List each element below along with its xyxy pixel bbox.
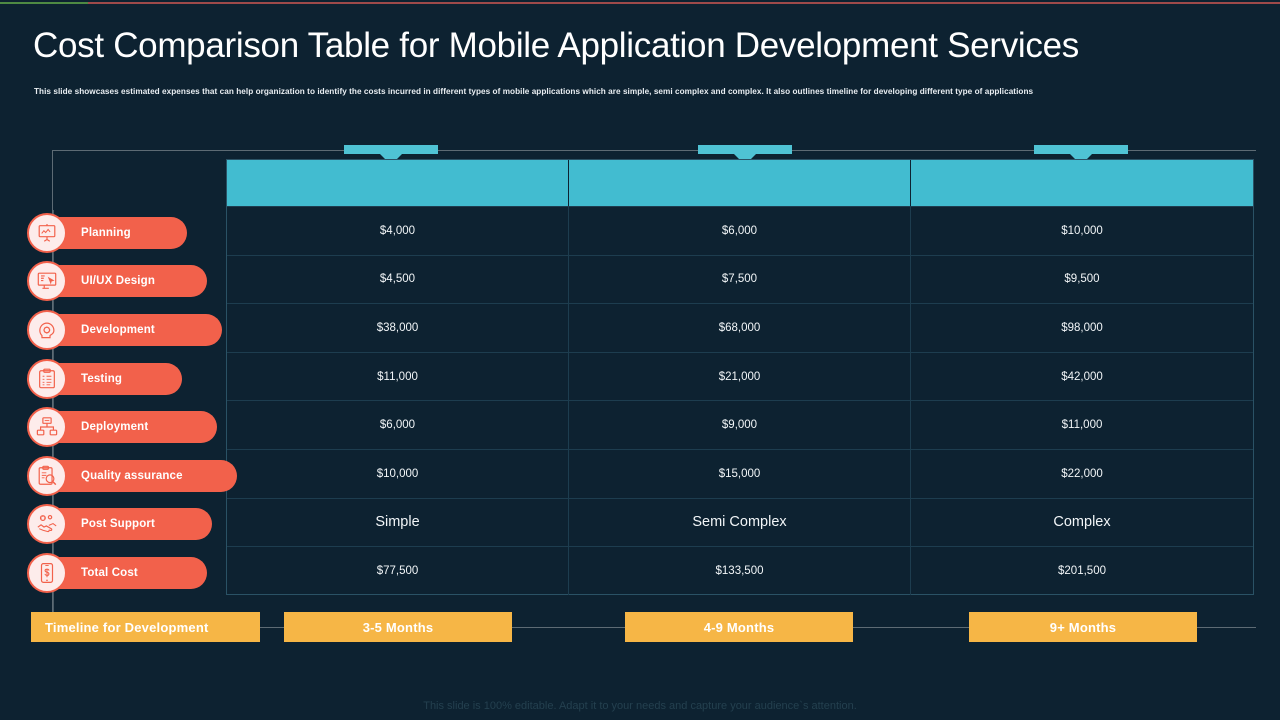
table-cell: $68,000 — [569, 304, 911, 352]
table-header-cell-1 — [227, 160, 569, 206]
table-cell: $15,000 — [569, 449, 911, 498]
table-cell: $6,000 — [227, 401, 569, 449]
table-row: Simple Semi Complex Complex — [227, 497, 1253, 547]
presentation-board-icon — [27, 213, 67, 253]
table-cell: $21,000 — [569, 352, 911, 401]
timeline-bar-semi-complex: 4-9 Months — [625, 612, 853, 642]
column-marker-simple — [344, 145, 438, 154]
timeline-bar-simple: 3-5 Months — [284, 612, 512, 642]
timeline-connector-3 — [853, 627, 969, 628]
top-rule-red — [85, 2, 1280, 4]
top-rule-green — [0, 2, 88, 4]
timeline-heading: Timeline for Development — [31, 612, 260, 642]
sidebar-item-ui-ux-design[interactable]: UI/UX Design — [27, 261, 207, 301]
sidebar-item-label: Deployment — [81, 421, 149, 433]
table-cell: Complex — [1053, 514, 1111, 531]
table-cell: $11,000 — [227, 352, 569, 401]
table-cell: $11,000 — [1061, 419, 1103, 432]
table-cell: $38,000 — [227, 304, 569, 352]
table-cell: $201,500 — [1058, 564, 1106, 577]
table-cell: $42,000 — [1061, 370, 1103, 383]
table-cell: $6,000 — [569, 207, 911, 255]
sidebar-item-deployment[interactable]: Deployment — [27, 407, 217, 447]
clipboard-magnifier-icon — [27, 456, 67, 496]
column-marker-semi-complex — [698, 145, 792, 154]
table-row: $38,000 $68,000 $98,000 — [227, 303, 1253, 352]
table-header-row — [227, 160, 1253, 206]
sidebar-item-label: Development — [81, 324, 155, 336]
timeline-connector-4 — [1197, 627, 1256, 628]
page-subtitle: This slide showcases estimated expenses … — [34, 87, 1034, 96]
timeline-connector-2 — [512, 627, 625, 628]
sidebar-item-label: UI/UX Design — [81, 275, 156, 287]
page-title: Cost Comparison Table for Mobile Applica… — [33, 26, 1079, 65]
server-network-icon — [27, 407, 67, 447]
table-row: $11,000 $21,000 $42,000 — [227, 351, 1253, 401]
sidebar-item-label: Testing — [81, 373, 123, 385]
sidebar-item-post-support[interactable]: Post Support — [27, 504, 212, 544]
sidebar-item-label: Post Support — [81, 518, 155, 530]
table-cell: $9,500 — [1064, 273, 1100, 286]
table-cell: $4,500 — [227, 255, 569, 304]
table-row: $10,000 $15,000 $22,000 — [227, 448, 1253, 498]
table-cell: Simple — [227, 498, 569, 547]
table-header-cell-3 — [911, 160, 1253, 206]
table-cell: $22,000 — [1061, 467, 1103, 480]
sidebar-item-development[interactable]: Development — [27, 310, 222, 350]
table-cell: $77,500 — [227, 547, 569, 595]
table-cell: $9,000 — [569, 401, 911, 449]
head-gear-icon — [27, 310, 67, 350]
table-row: $4,500 $7,500 $9,500 — [227, 254, 1253, 304]
table-cell: Semi Complex — [569, 498, 911, 547]
mobile-dollar-icon — [27, 553, 67, 593]
sidebar-item-planning[interactable]: Planning — [27, 213, 187, 253]
sidebar-item-label: Planning — [81, 227, 131, 239]
table-row: $6,000 $9,000 $11,000 — [227, 400, 1253, 449]
sidebar-item-total-cost[interactable]: Total Cost — [27, 553, 207, 593]
cost-comparison-table: $4,000 $6,000 $10,000 $4,500 $7,500 $9,500 $38… — [226, 159, 1254, 595]
checklist-clipboard-icon — [27, 359, 67, 399]
sidebar-item-label: Quality assurance — [81, 470, 183, 482]
sidebar-item-label: Total Cost — [81, 567, 138, 579]
table-cell: $133,500 — [569, 547, 911, 595]
sidebar-item-quality-assurance[interactable]: Quality assurance — [27, 456, 237, 496]
column-marker-complex — [1034, 145, 1128, 154]
table-cell: $10,000 — [1061, 224, 1103, 237]
table-cell: $10,000 — [227, 449, 569, 498]
table-row: $4,000 $6,000 $10,000 — [227, 206, 1253, 255]
table-cell: $4,000 — [227, 207, 569, 255]
table-cell: $7,500 — [569, 255, 911, 304]
table-cell: $98,000 — [1061, 321, 1103, 334]
table-body: $4,000 $6,000 $10,000 $4,500 $7,500 $9,500 $38… — [227, 206, 1253, 595]
monitor-cursor-icon — [27, 261, 67, 301]
timeline-connector-1 — [260, 627, 284, 628]
table-row: $77,500 $133,500 $201,500 — [227, 546, 1253, 595]
handshake-gear-icon — [27, 504, 67, 544]
table-header-cell-2 — [569, 160, 911, 206]
footer-note: This slide is 100% editable. Adapt it to… — [423, 700, 857, 712]
sidebar-item-testing[interactable]: Testing — [27, 359, 182, 399]
timeline-bar-complex: 9+ Months — [969, 612, 1197, 642]
